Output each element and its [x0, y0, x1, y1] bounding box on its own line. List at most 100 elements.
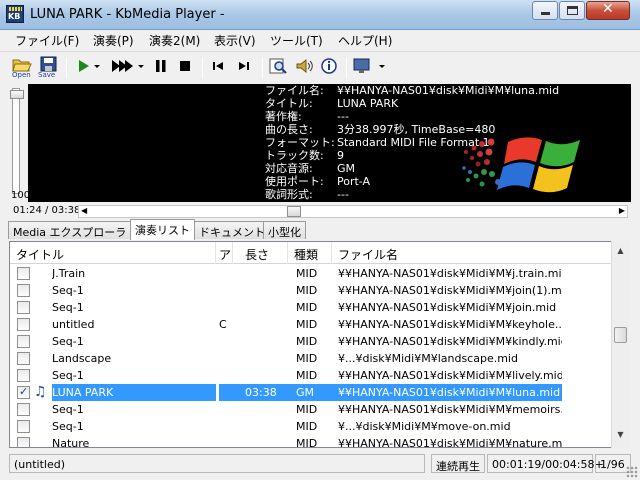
cell-title: J.Train: [52, 267, 86, 280]
scroll-down-icon[interactable]: ▼: [612, 427, 629, 444]
cell-artist: [219, 418, 233, 435]
cell-artist: [219, 384, 233, 401]
cell-file: ¥...¥disk¥Midi¥M¥move-on.mid: [338, 420, 511, 433]
tab-compact[interactable]: 小型化: [263, 221, 306, 239]
playlist-scrollbar[interactable]: ▲ ▼: [611, 241, 629, 448]
row-checkbox[interactable]: [17, 335, 30, 348]
row-checkbox[interactable]: [17, 385, 30, 399]
volume-slider-thumb[interactable]: [10, 90, 24, 99]
cell-type: GM: [288, 384, 332, 401]
cell-length: [233, 418, 288, 435]
menu-play[interactable]: 演奏(P): [93, 32, 134, 49]
cell-title: Seq-1: [52, 403, 84, 416]
maximize-button[interactable]: [559, 1, 585, 20]
cell-artist: [219, 299, 233, 316]
seek-right-arrow-icon[interactable]: ▶: [619, 206, 625, 215]
volume-button[interactable]: [294, 56, 314, 76]
row-checkbox[interactable]: [17, 437, 30, 447]
app-icon[interactable]: KB: [6, 5, 24, 23]
status-time: 00:01:19/00:04:58+: [487, 454, 604, 473]
info-button[interactable]: [319, 56, 339, 76]
pause-icon: [156, 60, 166, 72]
status-play-mode[interactable]: 連続再生: [431, 454, 485, 473]
cell-type: MID: [296, 267, 318, 280]
table-row[interactable]: ♫ LUNA PARK 03:38GM¥¥HANYA-NAS01¥disk¥Midi…: [10, 384, 611, 401]
resize-grip[interactable]: [626, 466, 638, 478]
seek-slider-thumb[interactable]: [287, 206, 302, 217]
chevron-down-icon: [138, 65, 144, 68]
cell-file: ¥¥HANYA-NAS01¥disk¥Midi¥M¥memoirs...: [338, 403, 562, 416]
row-checkbox[interactable]: [17, 403, 30, 416]
tab-playlist[interactable]: 演奏リスト: [130, 219, 195, 240]
row-checkbox[interactable]: [17, 267, 30, 280]
seek-slider[interactable]: ◀ ▶: [78, 205, 628, 218]
row-checkbox[interactable]: [17, 284, 30, 297]
table-row[interactable]: Seq-1 MID ¥¥HANYA-NAS01¥disk¥Midi¥M¥lively…: [10, 367, 611, 384]
column-header-type[interactable]: 種類: [288, 242, 332, 264]
cell-artist: [219, 367, 233, 384]
scroll-up-icon[interactable]: ▲: [612, 243, 629, 260]
close-button[interactable]: ✕: [586, 1, 630, 20]
tab-media-explorer[interactable]: Media エクスプローラ: [8, 221, 132, 239]
column-header-artist[interactable]: ア: [216, 242, 233, 264]
cell-type: MID: [296, 369, 318, 382]
fast-forward-button[interactable]: [110, 56, 134, 76]
row-checkbox[interactable]: [17, 318, 30, 331]
table-row[interactable]: Nature MID ¥¥HANYA-NAS01¥disk¥Midi¥M¥natur…: [10, 435, 611, 447]
scrollbar-thumb[interactable]: [614, 327, 627, 343]
fast-forward-dropdown[interactable]: [136, 56, 146, 76]
table-row[interactable]: Seq-1 MID ¥¥HANYA-NAS01¥disk¥Midi¥M¥memoir…: [10, 401, 611, 418]
column-header-filename[interactable]: ファイル名: [332, 242, 611, 264]
info-row: ファイル名: ¥¥HANYA-NAS01¥disk¥Midi¥M¥luna.mid: [265, 84, 559, 97]
column-header-title[interactable]: タイトル: [10, 242, 216, 264]
menu-help[interactable]: ヘルプ(H): [338, 32, 392, 49]
table-row[interactable]: untitled C MID ¥¥HANYA-NAS01¥disk¥Midi¥M¥ke…: [10, 316, 611, 333]
row-checkbox[interactable]: [17, 369, 30, 382]
seek-left-arrow-icon[interactable]: ◀: [81, 206, 87, 215]
toolbar-separator: [262, 58, 263, 78]
toolbar-separator: [66, 58, 67, 78]
find-button[interactable]: [268, 56, 288, 76]
table-row[interactable]: Seq-1 MID ¥...¥disk¥Midi¥M¥move-on.mid: [10, 418, 611, 435]
previous-button[interactable]: [208, 56, 228, 76]
volume-slider[interactable]: [12, 88, 20, 194]
cell-length: [233, 367, 288, 384]
menu-view[interactable]: 表示(V): [214, 32, 256, 49]
menu-play2[interactable]: 演奏2(M): [149, 32, 200, 49]
row-checkbox[interactable]: [17, 420, 30, 433]
row-checkbox[interactable]: [17, 352, 30, 365]
cell-file: ¥¥HANYA-NAS01¥disk¥Midi¥M¥join(1).m...: [338, 284, 562, 297]
window-title: LUNA PARK - KbMedia Player -: [30, 7, 225, 22]
pause-button[interactable]: [151, 56, 171, 76]
info-value: 3分38.997秒, TimeBase=480: [337, 123, 496, 136]
column-header-length[interactable]: 長さ: [233, 242, 288, 264]
table-row[interactable]: Seq-1 MID ¥¥HANYA-NAS01¥disk¥Midi¥M¥join(1…: [10, 282, 611, 299]
table-row[interactable]: Seq-1 MID ¥¥HANYA-NAS01¥disk¥Midi¥M¥kindly…: [10, 333, 611, 350]
playback-time: 01:24 / 03:38: [13, 205, 81, 216]
info-key: 対応音源:: [265, 162, 313, 175]
cell-file: ¥¥HANYA-NAS01¥disk¥Midi¥M¥keyhole...: [338, 318, 562, 331]
table-row[interactable]: Seq-1 MID ¥¥HANYA-NAS01¥disk¥Midi¥M¥join.m…: [10, 299, 611, 316]
display-dropdown[interactable]: [377, 56, 387, 76]
tab-document[interactable]: ドキュメント: [194, 221, 270, 239]
toolbar-separator: [346, 58, 347, 78]
info-icon: [321, 58, 337, 74]
play-dropdown[interactable]: [92, 56, 102, 76]
next-button[interactable]: [234, 56, 254, 76]
info-row: トラック数: 9: [265, 149, 559, 162]
display-button[interactable]: [352, 56, 372, 76]
table-row[interactable]: J.Train MID ¥¥HANYA-NAS01¥disk¥Midi¥M¥j.tr…: [10, 265, 611, 282]
table-row[interactable]: Landscape MID ¥...¥disk¥Midi¥M¥landscape.m…: [10, 350, 611, 367]
stop-button[interactable]: [175, 56, 195, 76]
row-checkbox[interactable]: [17, 301, 30, 314]
now-playing-icon: ♫: [34, 384, 47, 400]
info-key: 歌詞形式:: [265, 188, 313, 201]
search-file-icon: [269, 58, 287, 74]
minimize-button[interactable]: [532, 1, 558, 20]
cell-file: ¥¥HANYA-NAS01¥disk¥Midi¥M¥j.train.mid: [338, 267, 562, 280]
menu-file[interactable]: ファイル(F): [15, 32, 79, 49]
cell-type: MID: [296, 301, 318, 314]
info-value: GM: [337, 162, 356, 175]
menu-tools[interactable]: ツール(T): [270, 32, 323, 49]
play-button[interactable]: [74, 56, 94, 76]
